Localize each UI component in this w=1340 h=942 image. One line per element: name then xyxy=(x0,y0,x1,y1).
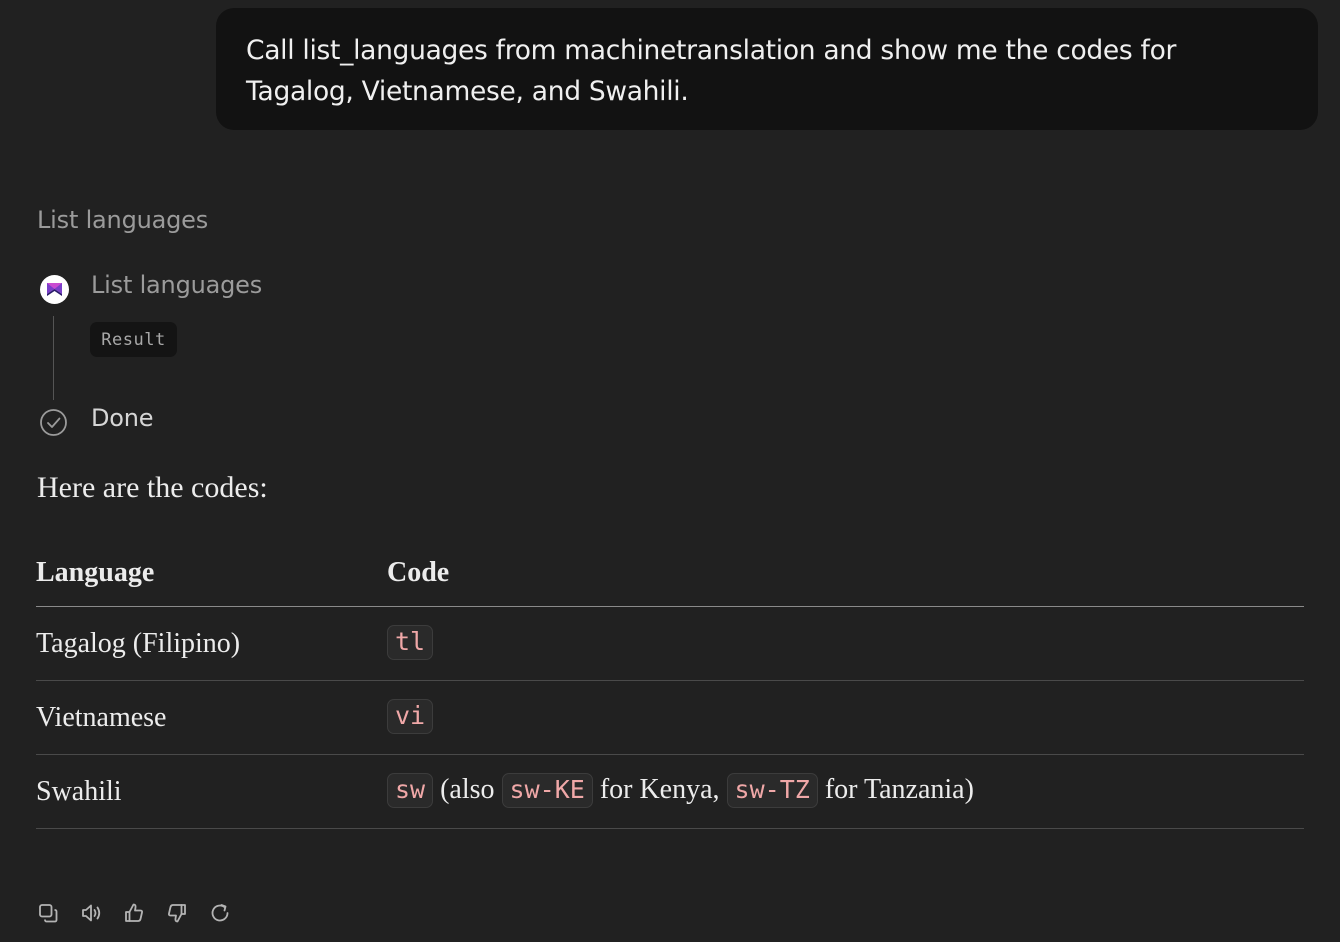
table-row: Vietnamese vi xyxy=(36,680,1304,755)
done-label: Done xyxy=(91,404,154,432)
bad-response-button[interactable] xyxy=(165,900,189,926)
good-response-button[interactable] xyxy=(122,900,146,926)
code-cell: sw (also sw-KE for Kenya, sw-TZ for Tanz… xyxy=(387,754,1304,829)
user-message-bubble: Call list_languages from machinetranslat… xyxy=(216,8,1318,130)
response-intro: Here are the codes: xyxy=(37,471,268,504)
inline-code: sw-TZ xyxy=(726,773,818,809)
column-header-code: Code xyxy=(387,540,1304,607)
column-header-language: Language xyxy=(36,540,387,607)
language-codes-table: Language Code Tagalog (Filipino) tl Viet… xyxy=(36,540,1304,829)
inline-code: vi xyxy=(387,699,434,735)
copy-button[interactable] xyxy=(36,900,60,926)
code-cell: tl xyxy=(387,606,1304,681)
language-cell: Swahili xyxy=(36,754,387,829)
code-note: for Kenya, xyxy=(599,773,720,805)
regenerate-button[interactable] xyxy=(208,900,232,926)
code-note: (also xyxy=(440,773,495,805)
app-logo-icon xyxy=(40,275,69,304)
table-row: Swahili sw (also sw-KE for Kenya, sw-TZ … xyxy=(36,754,1304,829)
user-message-line: Call list_languages from machinetranslat… xyxy=(246,35,1177,66)
tool-run-heading[interactable]: List languages xyxy=(37,206,208,234)
thumbs-down-icon xyxy=(168,904,186,923)
thumbs-up-icon xyxy=(125,903,143,922)
step-connector-line xyxy=(53,316,54,400)
read-aloud-button[interactable] xyxy=(79,900,103,926)
language-cell: Tagalog (Filipino) xyxy=(36,606,387,681)
message-actions xyxy=(36,900,232,926)
table-row: Tagalog (Filipino) tl xyxy=(36,606,1304,681)
user-message-line: Tagalog, Vietnamese, and Swahili. xyxy=(246,76,689,107)
language-cell: Vietnamese xyxy=(36,680,387,755)
refresh-icon xyxy=(211,904,229,922)
result-button[interactable]: Result xyxy=(90,322,177,357)
code-cell: vi xyxy=(387,680,1304,755)
check-circle-icon xyxy=(40,409,67,436)
speaker-icon xyxy=(82,904,101,922)
inline-code: sw-KE xyxy=(501,773,593,809)
copy-icon xyxy=(39,904,58,923)
inline-code: tl xyxy=(387,625,434,661)
step-label[interactable]: List languages xyxy=(91,271,262,299)
table-header-row: Language Code xyxy=(36,540,1304,607)
inline-code: sw xyxy=(387,773,434,809)
code-note: for Tanzania) xyxy=(824,773,974,805)
